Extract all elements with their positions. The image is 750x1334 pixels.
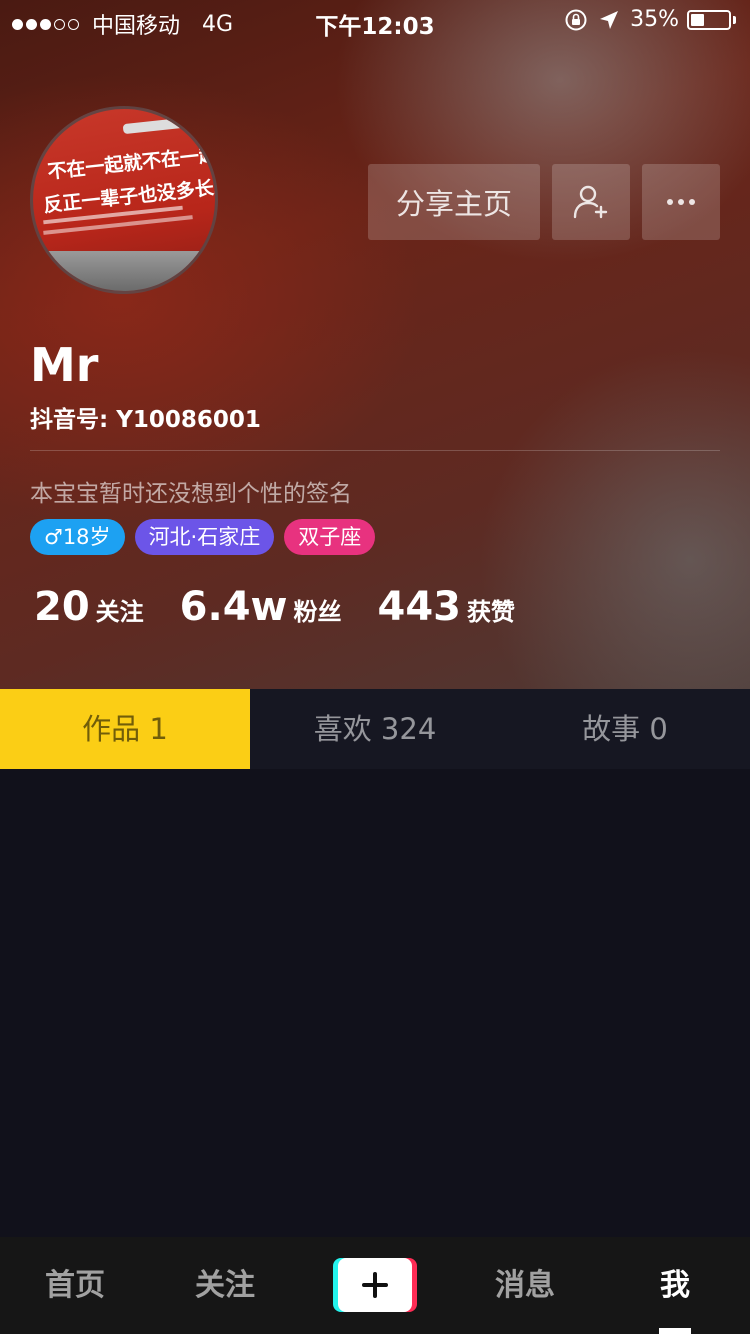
- tab-works[interactable]: 作品 1: [0, 689, 250, 769]
- location-arrow-icon: [600, 10, 619, 29]
- works-content-area: [0, 769, 750, 1237]
- fans-label[interactable]: 粉丝: [293, 592, 341, 627]
- profile-tabs: 作品 1 喜欢 324 故事 0: [0, 689, 750, 769]
- battery-percent: 35%: [630, 7, 679, 32]
- fans-count[interactable]: 6.4w: [180, 584, 288, 630]
- likes-label[interactable]: 获赞: [467, 592, 515, 627]
- nav-me[interactable]: 我: [600, 1237, 750, 1334]
- nav-messages[interactable]: 消息: [450, 1237, 600, 1334]
- tab-likes[interactable]: 喜欢 324: [250, 689, 500, 769]
- nav-active-indicator: [659, 1328, 691, 1334]
- create-button-face: [338, 1258, 412, 1312]
- tab-stories[interactable]: 故事 0: [500, 689, 750, 769]
- profile-signature: 本宝宝暂时还没想到个性的签名: [30, 481, 352, 507]
- avatar[interactable]: 不在一起就不在一起吧, 反正一辈子也没多长。: [30, 106, 218, 294]
- add-user-icon: [573, 185, 608, 219]
- plus-icon: [362, 1272, 388, 1298]
- avatar-decor: [33, 251, 215, 291]
- tag-location: 河北·石家庄: [134, 519, 275, 555]
- profile-stats: 20 关注 6.4w 粉丝 443 获赞: [34, 584, 551, 630]
- status-bar: 中国移动 4G 下午12:03 35%: [0, 0, 750, 40]
- create-button[interactable]: [333, 1258, 417, 1312]
- nav-follow[interactable]: 关注: [150, 1237, 300, 1334]
- following-label[interactable]: 关注: [96, 592, 144, 627]
- following-count[interactable]: 20: [34, 584, 90, 630]
- battery-tip: [733, 15, 736, 24]
- tag-zodiac: 双子座: [284, 519, 376, 555]
- orientation-lock-icon: [565, 9, 587, 30]
- share-profile-button[interactable]: 分享主页: [368, 164, 540, 240]
- more-button[interactable]: [642, 164, 720, 240]
- battery-level: [691, 13, 704, 26]
- avatar-decor: [122, 117, 184, 135]
- profile-tags: ♂18岁 河北·石家庄 双子座: [30, 519, 385, 555]
- battery-icon: [687, 9, 731, 30]
- profile-name: Mr: [30, 338, 99, 392]
- divider: [30, 450, 720, 451]
- status-right: 35%: [564, 7, 736, 32]
- tag-age: ♂18岁: [30, 519, 125, 555]
- likes-count[interactable]: 443: [377, 584, 461, 630]
- douyin-id[interactable]: 抖音号: Y10086001: [30, 400, 261, 434]
- more-icon: [667, 199, 695, 205]
- add-friend-button[interactable]: [552, 164, 630, 240]
- nav-home[interactable]: 首页: [0, 1237, 150, 1334]
